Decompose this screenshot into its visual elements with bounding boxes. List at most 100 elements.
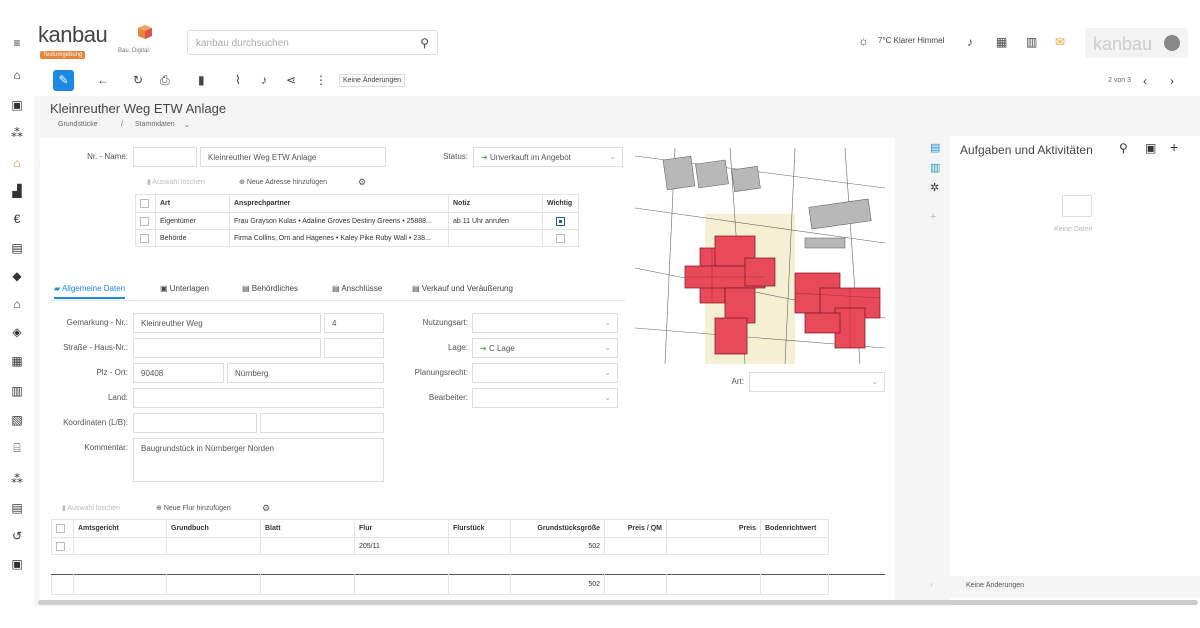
bank-icon[interactable]: ⌸ [10, 441, 24, 455]
status-select[interactable]: ➔ Unverkauft im Angebot ⌄ [473, 147, 623, 167]
grid-icon[interactable]: ▥ [1026, 35, 1037, 49]
edit-button[interactable]: ✎ [53, 70, 74, 91]
nr-field[interactable] [133, 147, 197, 167]
report-icon[interactable]: ▥ [10, 384, 24, 398]
add-icon[interactable]: + [1170, 139, 1178, 155]
people-icon[interactable]: ⁂ [10, 126, 24, 140]
tab-verkauf[interactable]: ▤ Verkauf und Veräußerung [412, 284, 513, 293]
search-icon[interactable]: ⚲ [1119, 141, 1128, 155]
global-search-input[interactable]: kanbau durchsuchen ⚲ [187, 30, 438, 55]
col-wichtig[interactable]: Wichtig [542, 194, 579, 213]
land-field[interactable] [133, 388, 384, 408]
expand-icon[interactable]: › [930, 580, 933, 589]
tab-behoerdliches[interactable]: ▤ Behördliches [242, 284, 298, 293]
hausnr-field[interactable] [324, 338, 384, 358]
lage-select[interactable]: ➔ C Lage ⌄ [472, 338, 618, 358]
name-field[interactable]: Kleinreuther Weg ETW Anlage [200, 147, 386, 167]
user-menu[interactable]: kanbau [1085, 28, 1188, 58]
wichtig-checkbox[interactable] [556, 233, 565, 243]
calendar-icon[interactable]: ▦ [10, 354, 24, 368]
row-checkbox[interactable] [140, 216, 149, 226]
tag-icon[interactable]: ◆ [10, 269, 24, 283]
bell-icon[interactable]: ♪ [967, 35, 973, 49]
row-checkbox[interactable] [140, 233, 149, 243]
kommentar-field[interactable]: Baugrundstück in Nürnberger Norden [133, 438, 384, 482]
breadcrumb-grundstuecke[interactable]: Grundstücke [58, 121, 98, 128]
add-icon[interactable]: + [930, 211, 936, 223]
card-icon[interactable]: ▤ [10, 241, 24, 255]
bearbeiter-select[interactable]: ⌄ [472, 388, 618, 408]
col-preis[interactable]: Preis [666, 519, 761, 538]
mail-icon[interactable]: ✉ [1055, 35, 1065, 49]
select-all-checkbox[interactable] [140, 199, 149, 208]
back-icon[interactable]: ← [97, 73, 109, 87]
table-icon[interactable]: ▥ [930, 161, 940, 174]
search-icon[interactable]: ⚲ [420, 36, 429, 50]
bell-icon[interactable]: ♪ [261, 73, 267, 87]
col-amtsgericht[interactable]: Amtsgericht [73, 519, 167, 538]
plz-field[interactable]: 90408 [133, 363, 224, 383]
gemarkung-field[interactable]: Kleinreuther Weg [133, 313, 321, 333]
ort-field[interactable]: Nürnberg [227, 363, 384, 383]
archive-icon[interactable]: ▣ [1145, 141, 1156, 155]
more-icon[interactable]: ⋮ [315, 73, 327, 87]
shield-icon[interactable]: ◈ [10, 325, 24, 339]
col-ansprechpartner[interactable]: Ansprechpartner [229, 194, 449, 213]
calendar-icon[interactable]: ▦ [996, 35, 1007, 49]
breadcrumb-stammdaten[interactable]: Stammdaten [135, 121, 175, 128]
add-address-button[interactable]: ⊕ Neue Adresse hinzufügen [239, 178, 327, 186]
add-flur-button[interactable]: ⊕ Neue Flur hinzufügen [156, 504, 231, 512]
tab-unterlagen[interactable]: ▣ Unterlagen [160, 284, 209, 293]
horizontal-scrollbar[interactable] [38, 600, 1198, 605]
col-art[interactable]: Art [155, 194, 230, 213]
refresh-icon[interactable]: ↻ [133, 73, 143, 87]
share-icon[interactable]: ⋖ [286, 73, 296, 87]
nutzungsart-select[interactable]: ⌄ [472, 313, 618, 333]
parcel-map[interactable] [635, 148, 885, 364]
settings-icon[interactable]: ⚙ [358, 177, 366, 188]
tab-allgemeine-daten[interactable]: ▰ Allgemeine Daten [54, 284, 126, 299]
property-icon[interactable]: ⌂ [10, 156, 24, 170]
table-row[interactable]: 205/11 502 [51, 537, 886, 555]
tab-anschluesse[interactable]: ▤ Anschlüsse [332, 284, 382, 293]
euro-icon[interactable]: € [10, 212, 24, 226]
contacts-icon[interactable]: ▣ [10, 98, 24, 112]
col-flurstueck[interactable]: Flurstück [448, 519, 511, 538]
koordinate-b-field[interactable] [260, 413, 384, 433]
col-preis-qm[interactable]: Preis / QM [604, 519, 667, 538]
gemarkung-nr-field[interactable]: 4 [324, 313, 384, 333]
settings-icon[interactable]: ⚙ [262, 503, 270, 514]
planungsrecht-select[interactable]: ⌄ [472, 363, 618, 383]
document-icon[interactable]: ▤ [930, 141, 940, 154]
attachment-icon[interactable]: ⌇ [235, 73, 241, 87]
select-all-checkbox[interactable] [56, 524, 65, 533]
app-logo[interactable]: kanbau [38, 22, 108, 48]
strasse-field[interactable] [133, 338, 321, 358]
payment-icon[interactable]: ▣ [10, 557, 24, 571]
buildings-icon[interactable]: ▟ [10, 184, 24, 198]
print-icon[interactable]: ⎙ [160, 73, 170, 88]
col-notiz[interactable]: Notiz [448, 194, 543, 213]
next-icon[interactable]: › [1170, 74, 1174, 88]
col-grundstuecksgroesse[interactable]: Grundstücksgröße [510, 519, 605, 538]
col-bodenrichtwert[interactable]: Bodenrichtwert [760, 519, 829, 538]
art-select[interactable]: ⌄ [749, 372, 885, 392]
koordinate-l-field[interactable] [133, 413, 257, 433]
row-checkbox[interactable] [56, 541, 65, 551]
delete-flur-button[interactable]: ▮ Auswahl löschen [62, 504, 120, 512]
col-flur[interactable]: Flur [354, 519, 449, 538]
home-icon[interactable]: ⌂ [10, 68, 24, 82]
history-icon[interactable]: ↺ [10, 529, 24, 543]
col-blatt[interactable]: Blatt [260, 519, 355, 538]
house-icon[interactable]: ⌂ [10, 297, 24, 311]
delete-address-button[interactable]: ▮ Auswahl löschen [147, 178, 205, 186]
prev-icon[interactable]: ‹ [1143, 74, 1147, 88]
col-grundbuch[interactable]: Grundbuch [166, 519, 261, 538]
wichtig-checkbox[interactable] [556, 216, 565, 226]
loading-icon[interactable]: ✲ [930, 181, 939, 194]
chevron-down-icon[interactable]: ⌄ [184, 121, 190, 129]
menu-icon[interactable]: ≡ [10, 36, 24, 50]
delete-icon[interactable]: ▮ [198, 73, 205, 87]
list-icon[interactable]: ▤ [10, 501, 24, 515]
blueprint-icon[interactable]: ▧ [10, 413, 24, 427]
